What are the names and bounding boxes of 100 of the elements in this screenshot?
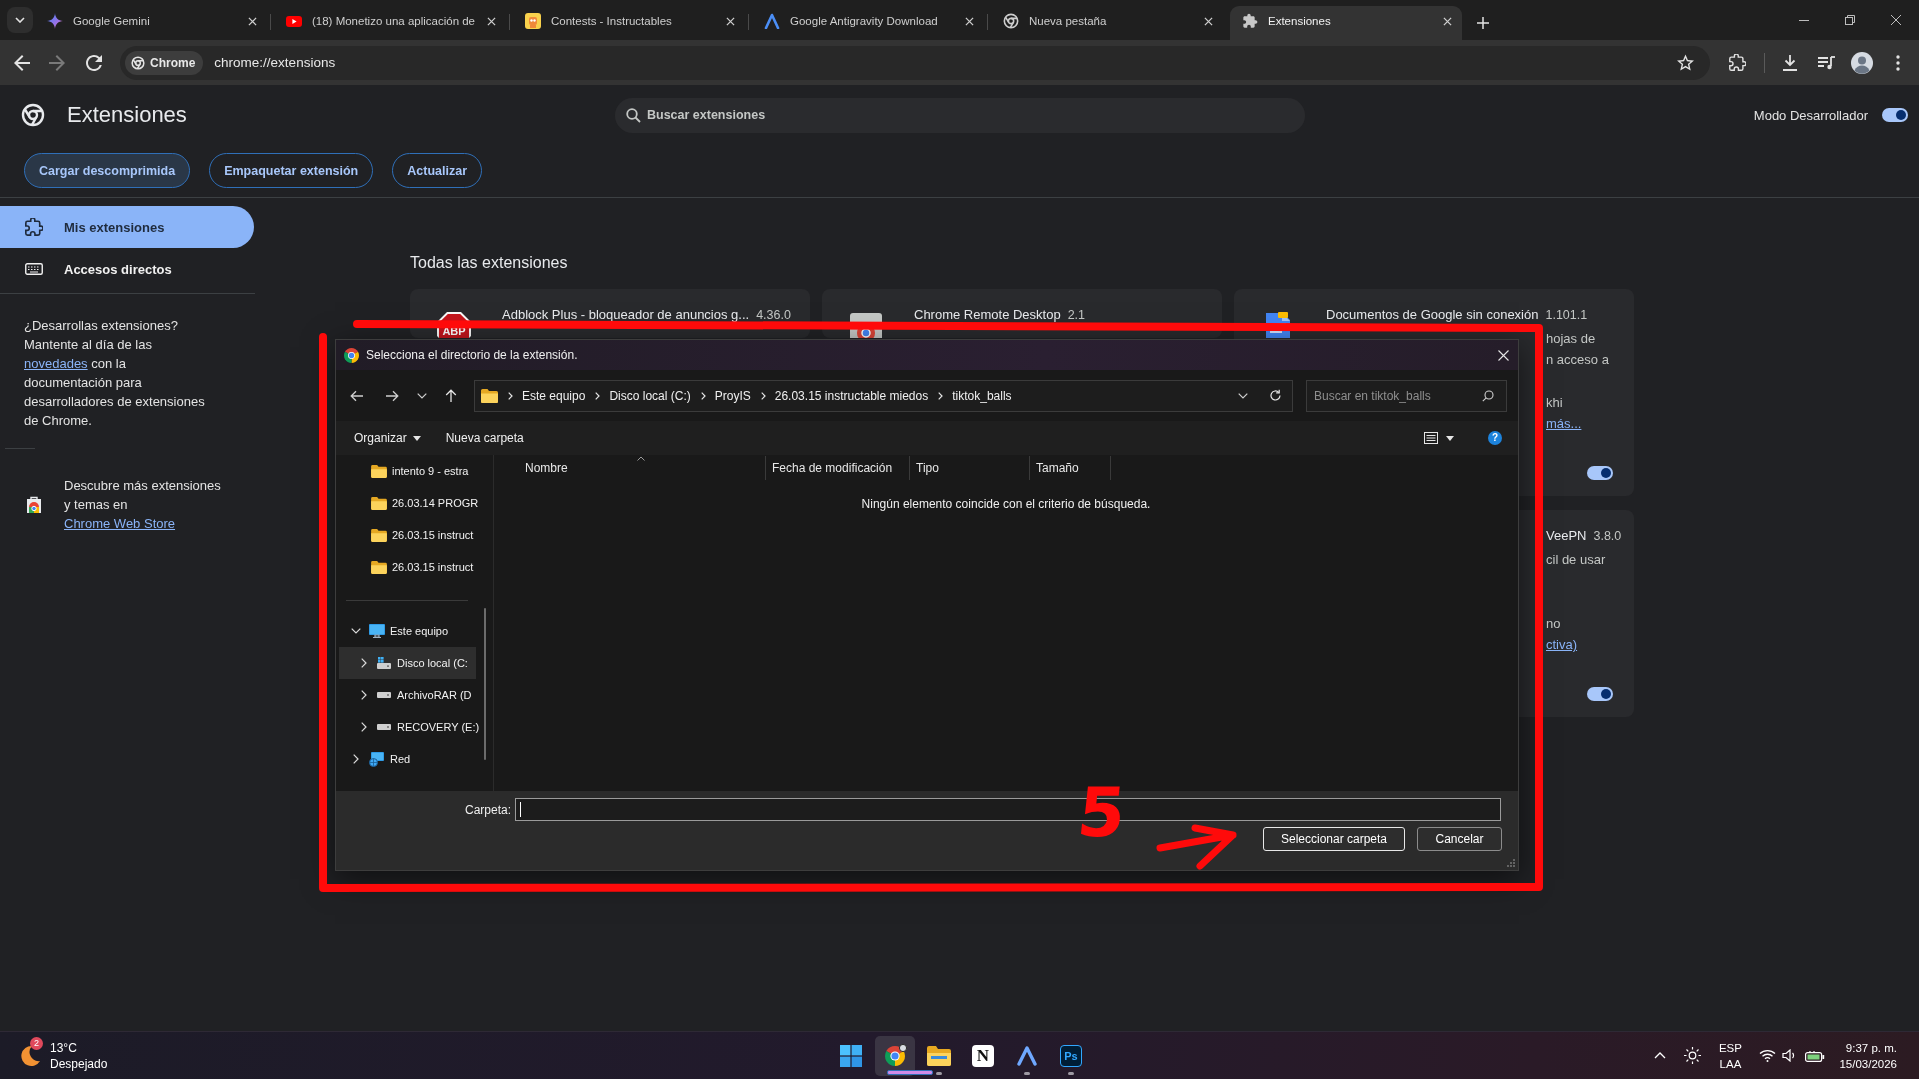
language-indicator[interactable]: ESP: [1718, 1039, 1742, 1056]
tree-item[interactable]: Este equipo: [339, 615, 476, 647]
chevron-down-icon[interactable]: [1238, 392, 1248, 399]
arrow-right-icon: [49, 54, 65, 71]
restore-icon: [1845, 15, 1855, 25]
close-icon[interactable]: [1204, 16, 1213, 26]
details-view-icon: [1424, 432, 1438, 444]
arrow-left-icon: [350, 389, 364, 402]
close-icon[interactable]: [726, 16, 735, 26]
search-field[interactable]: Buscar extensiones: [615, 97, 1305, 133]
chevron-right-icon[interactable]: [361, 690, 367, 700]
select-folder-button[interactable]: Seleccionar carpeta: [1263, 827, 1405, 851]
breadcrumb-item[interactable]: tiktok_balls: [952, 388, 1012, 403]
close-icon[interactable]: [965, 16, 974, 26]
detail-text: no: [1546, 615, 1561, 633]
section-title: Todas las extensiones: [410, 253, 569, 273]
details-link[interactable]: ctiva): [1546, 634, 1578, 655]
search-icon: [626, 107, 641, 123]
browser-tab[interactable]: Extensiones: [1230, 6, 1462, 40]
organize-menu-button[interactable]: Organizar: [354, 425, 421, 451]
speaker-icon[interactable]: [1782, 1049, 1797, 1062]
extension-name: VeePN: [1546, 528, 1587, 544]
navigation-item[interactable]: 26.03.15 instruct: [339, 551, 476, 583]
battery-charging-icon[interactable]: [1805, 1049, 1826, 1062]
folder-icon: [371, 496, 387, 510]
chevron-right-icon[interactable]: [361, 658, 367, 668]
close-icon[interactable]: [1443, 16, 1452, 26]
navigation-item[interactable]: intento 9 - estra: [339, 455, 476, 487]
extension-version: 3.8.0: [1593, 528, 1622, 544]
address-field[interactable]: Este equipo Disco local (C:) ProyIS 26.03.15 instructable miedos tiktok_balls: [474, 379, 1293, 412]
browser-logo-icon: [21, 103, 45, 127]
action-button[interactable]: Cargar descomprimida: [24, 153, 191, 188]
site-info-chip[interactable]: Chrome: [125, 50, 204, 75]
news-link[interactable]: novedades: [24, 356, 88, 371]
developer-note: ¿Desarrollas extensiones? Mantente al día de las novedades con la documentación para desarrolladores de extensiones de Chrome.: [23, 317, 206, 430]
store-bag-icon: [24, 494, 44, 515]
url-text: chrome://extensions: [214, 55, 336, 70]
puzzle-icon: [25, 218, 43, 236]
navigation-item[interactable]: 26.03.14 PROGR: [339, 487, 476, 519]
new-folder-button[interactable]: Nueva carpeta: [445, 425, 524, 451]
taskbar-app-button[interactable]: Ps: [1051, 1035, 1091, 1076]
breadcrumb-item[interactable]: 26.03.15 instructable miedos: [774, 388, 929, 403]
clock-date[interactable]: 15/03/2026: [1839, 1055, 1897, 1072]
extension-name: Chrome Remote Desktop: [914, 307, 1061, 323]
web-store-note: Descubre más extensiones y temas en Chrome Web Store: [64, 477, 222, 533]
web-store-link[interactable]: Chrome Web Store: [64, 516, 176, 531]
play-icon: [286, 15, 302, 27]
chevron-right-icon[interactable]: [353, 754, 359, 764]
breadcrumb-item[interactable]: Este equipo: [522, 388, 586, 403]
folder-icon: [927, 1045, 951, 1066]
tree-item[interactable]: ArchivoRAR (D: [339, 679, 476, 711]
close-icon[interactable]: [248, 16, 257, 26]
chevron-down-icon[interactable]: [351, 628, 361, 634]
tree-item[interactable]: Disco local (C:: [339, 647, 476, 679]
keyboard-icon: [25, 263, 43, 275]
chevron-right-icon: [508, 391, 513, 400]
chevron-right-icon: [700, 391, 706, 400]
column-header[interactable]: Fecha de modificación: [766, 456, 910, 480]
scrollbar[interactable]: [484, 608, 486, 760]
language-indicator[interactable]: LAA: [1719, 1055, 1742, 1072]
browser-tab[interactable]: Google Gemini: [35, 6, 267, 40]
navigation-item[interactable]: 26.03.15 instruct: [339, 519, 476, 551]
brightness-icon[interactable]: [1684, 1047, 1702, 1064]
column-header[interactable]: Tipo: [910, 456, 1030, 480]
close-icon[interactable]: [487, 16, 496, 26]
browser-logo-icon: [131, 55, 145, 70]
browser-tab[interactable]: Nueva pestaña: [991, 6, 1223, 40]
temperature-text: 13°C: [50, 1039, 78, 1056]
tab-search-button[interactable]: [7, 7, 33, 33]
more-vertical-icon: [1896, 54, 1900, 71]
refresh-icon[interactable]: [1269, 389, 1282, 402]
sidebar-item[interactable]: Accesos directos: [0, 248, 254, 290]
sidebar-item[interactable]: Mis extensiones: [0, 206, 254, 248]
clock-time[interactable]: 9:37 p. m.: [1845, 1039, 1897, 1056]
chevron-right-icon[interactable]: [361, 722, 367, 732]
address-bar[interactable]: Chrome chrome://extensions: [120, 45, 1710, 80]
browser-tab[interactable]: (18) Monetizo una aplicación de: [274, 6, 506, 40]
chevron-right-icon: [938, 391, 944, 400]
toggle-switch[interactable]: [1882, 108, 1908, 122]
browser-tab[interactable]: Contests - Instructables: [513, 6, 745, 40]
tree-item[interactable]: Red: [339, 743, 476, 775]
column-header[interactable]: Nombre: [516, 456, 766, 480]
breadcrumb-item[interactable]: ProyIS: [714, 388, 751, 403]
description-text: n acceso a: [1546, 351, 1609, 369]
arch-logo-icon: [764, 13, 780, 29]
toggle-switch[interactable]: [1587, 466, 1613, 480]
breadcrumb-item[interactable]: Disco local (C:): [609, 388, 691, 403]
resize-grip-icon[interactable]: [1507, 859, 1515, 867]
help-button[interactable]: ?: [1488, 431, 1502, 445]
column-header[interactable]: Tamaño: [1030, 456, 1111, 480]
taskbar-app-button[interactable]: N: [963, 1035, 1003, 1076]
wifi-icon[interactable]: [1759, 1049, 1777, 1062]
toggle-switch[interactable]: [1587, 687, 1613, 701]
network-icon: [369, 751, 385, 767]
details-link[interactable]: más...: [1546, 413, 1582, 434]
browser-tab[interactable]: Google Antigravity Download: [752, 6, 984, 40]
text-cursor-icon: [520, 802, 521, 817]
cancel-button[interactable]: Cancelar: [1417, 827, 1502, 851]
search-field[interactable]: Buscar en tiktok_balls: [1306, 379, 1507, 412]
browser-logo-icon: [883, 1043, 907, 1068]
